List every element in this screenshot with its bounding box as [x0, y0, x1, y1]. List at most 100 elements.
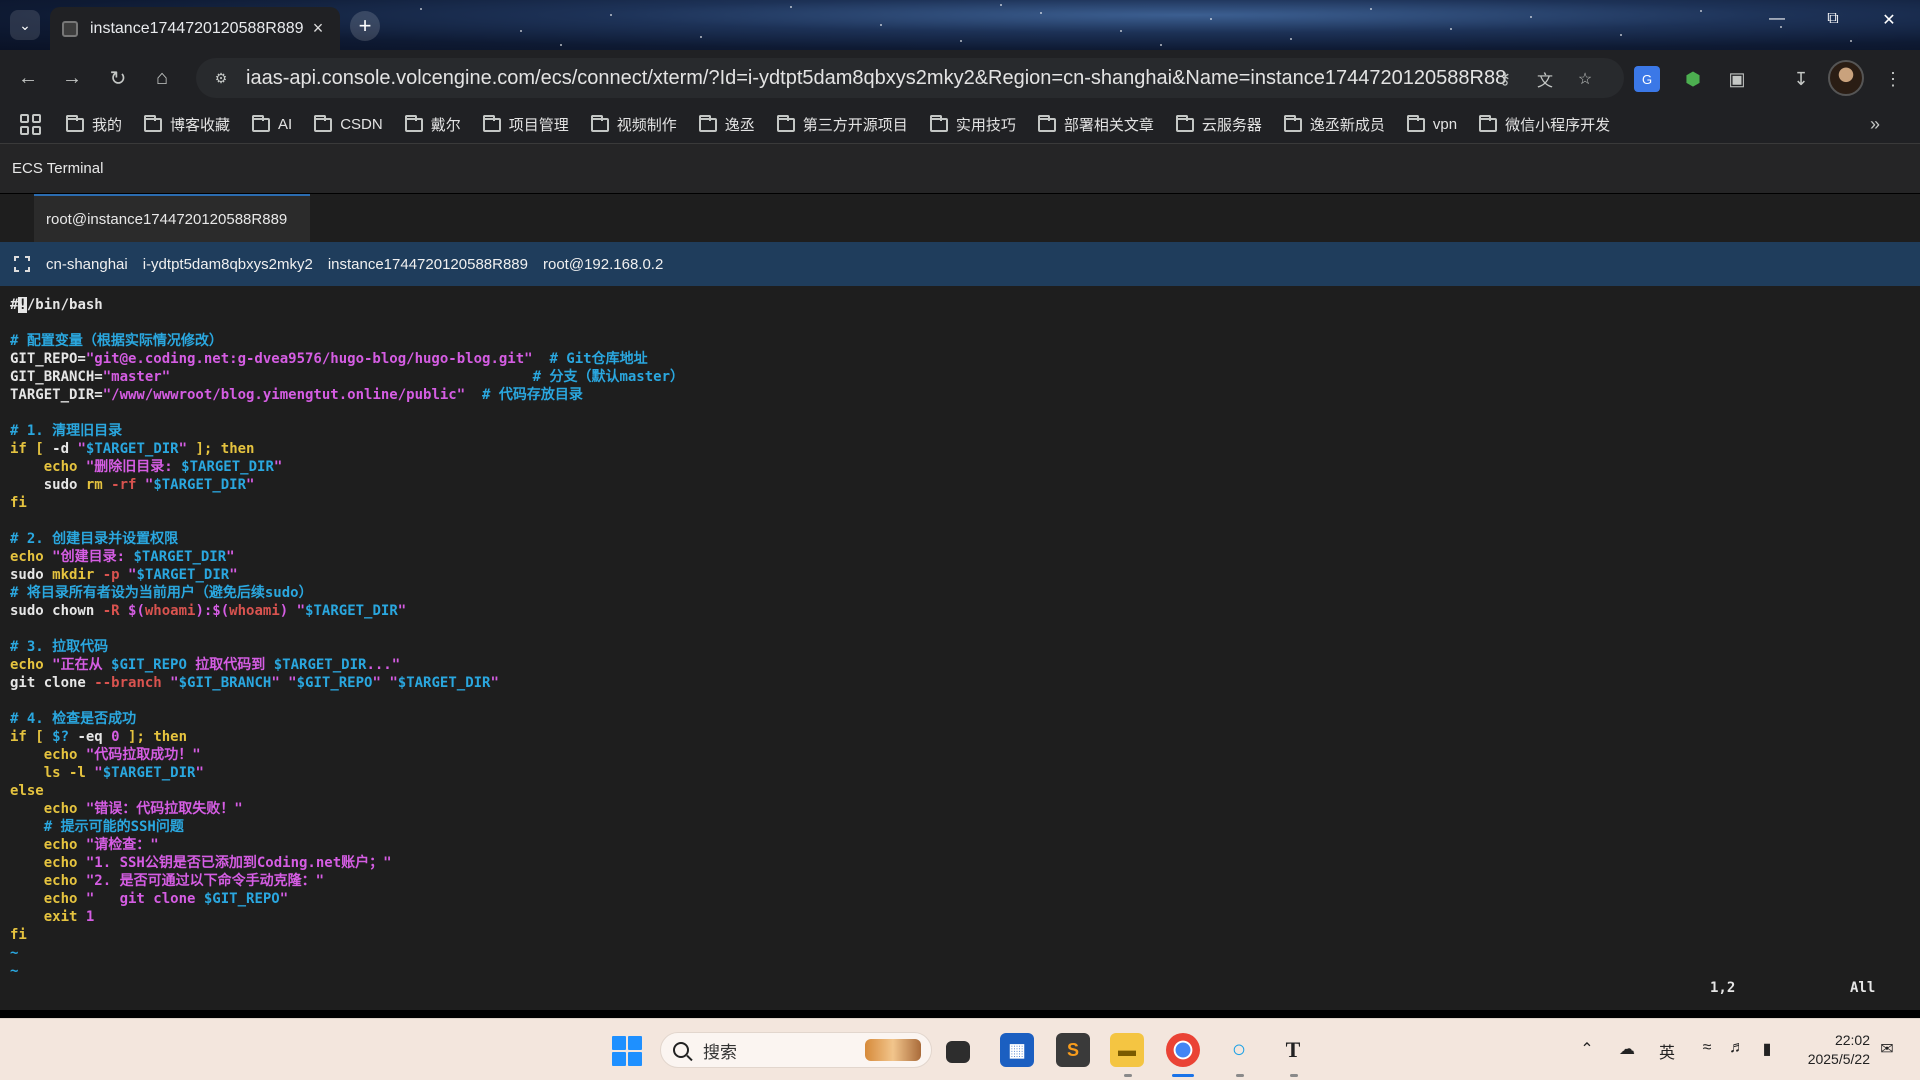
terminal-token: "master": [102, 369, 171, 385]
folder-icon: [590, 114, 609, 132]
close-window-icon[interactable]: ✕: [1874, 10, 1904, 30]
terminal-token: $GIT_REPO: [203, 891, 280, 907]
bookmark-folder[interactable]: 视频制作: [590, 114, 677, 135]
microsoft-store-icon[interactable]: ▦: [1000, 1033, 1034, 1067]
terminal-line: fi: [10, 926, 1910, 944]
file-explorer-icon[interactable]: ▬: [1110, 1033, 1144, 1067]
task-view-icon[interactable]: [946, 1041, 970, 1063]
bookmark-star-icon[interactable]: ☆: [1574, 68, 1596, 90]
show-hidden-icons-icon[interactable]: ⌃: [1576, 1039, 1598, 1059]
new-tab-button[interactable]: +: [350, 11, 380, 41]
chat-app-icon[interactable]: ○: [1222, 1033, 1256, 1067]
terminal-line: echo "1. SSH公钥是否已添加到Coding.net账户；": [10, 854, 1910, 872]
sublime-text-icon[interactable]: S: [1056, 1033, 1090, 1067]
terminal-line: # 将目录所有者设为当前用户（避免后续sudo）: [10, 584, 1910, 602]
terminal-line: # 1. 清理旧目录: [10, 422, 1910, 440]
terminal-token: $TARGET_DIR: [85, 441, 179, 457]
typora-icon[interactable]: T: [1276, 1033, 1310, 1067]
terminal-token: ": [226, 549, 235, 565]
close-tab-icon[interactable]: ×: [308, 18, 328, 39]
terminal-token: "删除旧目录:: [85, 459, 182, 475]
download-icon[interactable]: ↧: [1788, 66, 1814, 92]
terminal-token: # Git仓库地址: [532, 351, 648, 367]
notification-bell-icon[interactable]: ✉: [1876, 1039, 1898, 1059]
onedrive-offline-icon[interactable]: ☁: [1616, 1039, 1638, 1059]
system-clock[interactable]: 22:02 2025/5/22: [1790, 1031, 1870, 1069]
extension-hexagon-icon[interactable]: ⬢: [1680, 66, 1706, 92]
bookmark-folder[interactable]: 部署相关文章: [1037, 114, 1154, 135]
terminal-token: ": [296, 603, 306, 619]
battery-icon[interactable]: ▮: [1756, 1039, 1778, 1059]
reload-icon[interactable]: ↻: [104, 64, 132, 92]
terminal-token: exit: [10, 909, 86, 925]
chrome-icon[interactable]: [1166, 1033, 1200, 1067]
bookmark-folder[interactable]: CSDN: [314, 114, 383, 133]
terminal-token: --branch: [94, 675, 171, 691]
terminal-screen[interactable]: #!/bin/bash # 配置变量（根据实际情况修改） GIT_REPO="git…: [0, 286, 1920, 1010]
minimize-window-icon[interactable]: —: [1762, 10, 1792, 28]
instance-info-bar: cn-shanghai i-ydtpt5dam8qbxys2mky2 insta…: [0, 242, 1920, 286]
terminal-line: exit 1: [10, 908, 1910, 926]
ime-indicator[interactable]: 英: [1656, 1039, 1678, 1063]
bookmark-folder[interactable]: vpn: [1406, 114, 1457, 133]
bookmark-folder[interactable]: 逸丞新成员: [1283, 114, 1385, 135]
windows-start-icon[interactable]: [612, 1036, 642, 1066]
terminal-token: $?: [52, 729, 78, 745]
terminal-favicon-icon: [62, 20, 78, 37]
app-running-indicator: [1124, 1074, 1132, 1077]
terminal-token: echo: [10, 657, 53, 673]
password-key-icon[interactable]: ⚷: [1494, 68, 1516, 90]
folder-icon: [776, 114, 795, 132]
forward-arrow-icon[interactable]: →: [58, 64, 86, 92]
terminal-line: else: [10, 782, 1910, 800]
terminal-token: ~: [10, 963, 19, 979]
more-bookmarks-icon[interactable]: »: [1870, 114, 1880, 135]
bookmark-label: 逸丞新成员: [1309, 117, 1385, 134]
url-text[interactable]: iaas-api.console.volcengine.com/ecs/conn…: [246, 67, 1506, 90]
browser-menu-icon[interactable]: ⋮: [1880, 66, 1906, 92]
bookmark-folder[interactable]: 项目管理: [482, 114, 569, 135]
fullscreen-icon[interactable]: [14, 256, 30, 272]
wifi-icon[interactable]: ≈: [1696, 1039, 1718, 1057]
terminal-bottom-border: [0, 1010, 1920, 1018]
bookmark-folder[interactable]: 微信小程序开发: [1479, 114, 1610, 135]
bookmark-label: 项目管理: [508, 117, 569, 134]
home-icon[interactable]: ⌂: [148, 64, 176, 92]
extensions-puzzle-icon[interactable]: ▣: [1724, 66, 1750, 92]
translate-icon[interactable]: 文: [1534, 68, 1556, 90]
bookmark-folder[interactable]: 实用技巧: [929, 114, 1016, 135]
terminal-line: sudo chown -R $(whoami):$(whoami) "$TARG…: [10, 602, 1910, 620]
address-bar[interactable]: ⚙ iaas-api.console.volcengine.com/ecs/co…: [196, 58, 1624, 98]
site-info-icon[interactable]: ⚙: [210, 67, 232, 89]
bookmark-folder[interactable]: 第三方开源项目: [776, 114, 908, 135]
browser-tab-active[interactable]: instance1744720120588R889 ×: [50, 7, 340, 50]
profile-avatar[interactable]: [1828, 60, 1864, 96]
bookmark-label: 部署相关文章: [1063, 117, 1154, 134]
terminal-token: ": [170, 675, 179, 691]
restore-window-icon[interactable]: ⧉: [1818, 10, 1848, 28]
bookmark-label: 我的: [92, 117, 123, 134]
session-tab[interactable]: root@instance1744720120588R889: [34, 194, 310, 242]
taskbar-search[interactable]: 搜索: [660, 1032, 932, 1068]
google-translate-extension-icon[interactable]: G: [1634, 66, 1660, 92]
terminal-token: # 分支（默认master）: [170, 369, 685, 385]
folder-icon: [1406, 114, 1425, 132]
terminal-line: git clone --branch "$GIT_BRANCH" "$GIT_R…: [10, 674, 1910, 692]
terminal-token: $GIT_REPO: [296, 675, 373, 691]
tab-search-button[interactable]: ⌄: [10, 10, 40, 40]
bookmark-folder[interactable]: 逸丞: [698, 114, 755, 135]
volume-icon[interactable]: ♬: [1726, 1039, 1748, 1057]
terminal-cursor: !: [18, 297, 27, 313]
bookmark-folder[interactable]: 云服务器: [1175, 114, 1262, 135]
back-arrow-icon[interactable]: ←: [14, 64, 42, 92]
bookmark-folder[interactable]: 我的: [66, 114, 122, 135]
bookmark-folder[interactable]: AI: [252, 114, 292, 133]
apps-grid-icon[interactable]: [20, 113, 42, 136]
terminal-token: ]; then: [119, 729, 188, 745]
terminal-token: ": [229, 567, 238, 583]
bookmark-folder[interactable]: 博客收藏: [144, 114, 230, 135]
folder-icon: [252, 114, 271, 132]
bookmark-folder[interactable]: 戴尔: [404, 114, 461, 135]
folder-icon: [1175, 114, 1194, 132]
